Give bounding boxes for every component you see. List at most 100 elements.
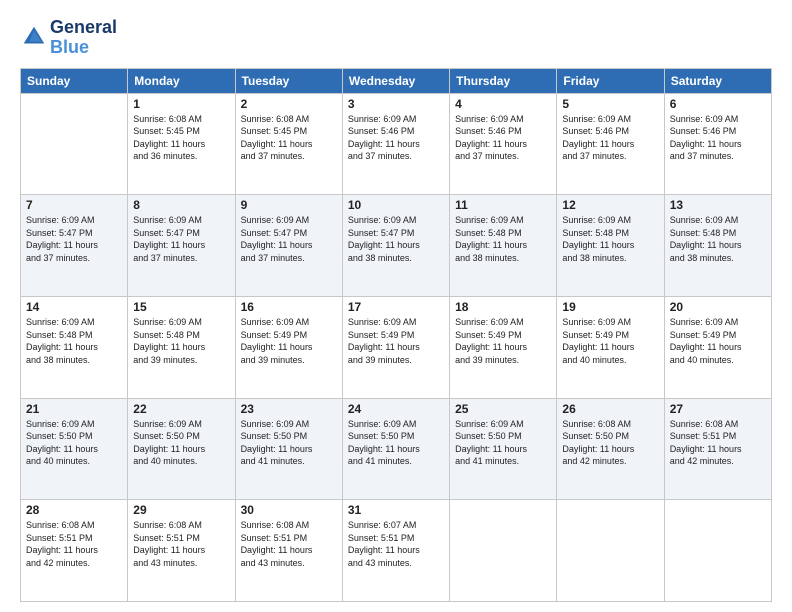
day-number: 12 — [562, 198, 658, 212]
cell-info: Sunrise: 6:09 AMSunset: 5:46 PMDaylight:… — [348, 113, 444, 163]
day-number: 20 — [670, 300, 766, 314]
cell-info: Sunrise: 6:09 AMSunset: 5:48 PMDaylight:… — [670, 214, 766, 264]
cell-info: Sunrise: 6:08 AMSunset: 5:51 PMDaylight:… — [133, 519, 229, 569]
day-number: 5 — [562, 97, 658, 111]
day-number: 22 — [133, 402, 229, 416]
cell-info: Sunrise: 6:09 AMSunset: 5:50 PMDaylight:… — [26, 418, 122, 468]
cell-info: Sunrise: 6:07 AMSunset: 5:51 PMDaylight:… — [348, 519, 444, 569]
day-number: 8 — [133, 198, 229, 212]
calendar-cell — [450, 500, 557, 602]
calendar-cell — [557, 500, 664, 602]
day-number: 26 — [562, 402, 658, 416]
cell-info: Sunrise: 6:09 AMSunset: 5:48 PMDaylight:… — [26, 316, 122, 366]
calendar-cell: 23Sunrise: 6:09 AMSunset: 5:50 PMDayligh… — [235, 398, 342, 500]
day-number: 19 — [562, 300, 658, 314]
calendar-cell: 19 Sunrise: 6:09 AMSunset: 5:49 PMDayligh… — [557, 296, 664, 398]
cell-info: Sunrise: 6:09 AMSunset: 5:49 PMDaylight:… — [562, 316, 658, 366]
day-number: 29 — [133, 503, 229, 517]
cell-info: Sunrise: 6:08 AMSunset: 5:45 PMDaylight:… — [241, 113, 337, 163]
day-number: 2 — [241, 97, 337, 111]
weekday-header-saturday: Saturday — [664, 68, 771, 93]
day-number: 18 — [455, 300, 551, 314]
day-number: 1 — [133, 97, 229, 111]
calendar-cell: 9Sunrise: 6:09 AMSunset: 5:47 PMDaylight… — [235, 195, 342, 297]
week-row-4: 28 Sunrise: 6:08 AMSunset: 5:51 PMDayligh… — [21, 500, 772, 602]
calendar-cell — [664, 500, 771, 602]
calendar-cell: 3 Sunrise: 6:09 AMSunset: 5:46 PMDaylight… — [342, 93, 449, 195]
cell-info: Sunrise: 6:08 AMSunset: 5:51 PMDaylight:… — [26, 519, 122, 569]
calendar-cell: 8 Sunrise: 6:09 AMSunset: 5:47 PMDaylight… — [128, 195, 235, 297]
calendar-cell: 12 Sunrise: 6:09 AMSunset: 5:48 PMDayligh… — [557, 195, 664, 297]
cell-info: Sunrise: 6:08 AMSunset: 5:50 PMDaylight:… — [562, 418, 658, 468]
page: General Blue SundayMondayTuesdayWednesda… — [0, 0, 792, 612]
cell-info: Sunrise: 6:08 AMSunset: 5:51 PMDaylight:… — [241, 519, 337, 569]
day-number: 14 — [26, 300, 122, 314]
cell-info: Sunrise: 6:09 AMSunset: 5:47 PMDaylight:… — [348, 214, 444, 264]
day-number: 11 — [455, 198, 551, 212]
cell-info: Sunrise: 6:08 AMSunset: 5:51 PMDaylight:… — [670, 418, 766, 468]
cell-info: Sunrise: 6:09 AMSunset: 5:47 PMDaylight:… — [133, 214, 229, 264]
weekday-header-row: SundayMondayTuesdayWednesdayThursdayFrid… — [21, 68, 772, 93]
calendar-cell: 28 Sunrise: 6:08 AMSunset: 5:51 PMDayligh… — [21, 500, 128, 602]
weekday-header-thursday: Thursday — [450, 68, 557, 93]
calendar-cell: 30 Sunrise: 6:08 AMSunset: 5:51 PMDayligh… — [235, 500, 342, 602]
calendar-cell: 1 Sunrise: 6:08 AMSunset: 5:45 PMDaylight… — [128, 93, 235, 195]
cell-info: Sunrise: 6:09 AMSunset: 5:47 PMDaylight:… — [26, 214, 122, 264]
day-number: 31 — [348, 503, 444, 517]
day-number: 27 — [670, 402, 766, 416]
day-number: 15 — [133, 300, 229, 314]
day-number: 25 — [455, 402, 551, 416]
cell-info: Sunrise: 6:09 AMSunset: 5:46 PMDaylight:… — [562, 113, 658, 163]
weekday-header-friday: Friday — [557, 68, 664, 93]
calendar-cell: 10 Sunrise: 6:09 AMSunset: 5:47 PMDayligh… — [342, 195, 449, 297]
cell-info: Sunrise: 6:09 AMSunset: 5:50 PMDaylight:… — [348, 418, 444, 468]
calendar-cell: 24 Sunrise: 6:09 AMSunset: 5:50 PMDayligh… — [342, 398, 449, 500]
calendar-cell: 11 Sunrise: 6:09 AMSunset: 5:48 PMDayligh… — [450, 195, 557, 297]
header: General Blue — [20, 18, 772, 58]
logo-icon — [20, 23, 48, 51]
calendar-cell: 15Sunrise: 6:09 AMSunset: 5:48 PMDayligh… — [128, 296, 235, 398]
cell-info: Sunrise: 6:09 AMSunset: 5:50 PMDaylight:… — [241, 418, 337, 468]
calendar-cell: 6 Sunrise: 6:09 AMSunset: 5:46 PMDaylight… — [664, 93, 771, 195]
cell-info: Sunrise: 6:09 AMSunset: 5:48 PMDaylight:… — [455, 214, 551, 264]
calendar-cell: 20Sunrise: 6:09 AMSunset: 5:49 PMDayligh… — [664, 296, 771, 398]
day-number: 9 — [241, 198, 337, 212]
calendar-cell: 26 Sunrise: 6:08 AMSunset: 5:50 PMDayligh… — [557, 398, 664, 500]
calendar-cell: 29 Sunrise: 6:08 AMSunset: 5:51 PMDayligh… — [128, 500, 235, 602]
calendar-cell: 21 Sunrise: 6:09 AMSunset: 5:50 PMDayligh… — [21, 398, 128, 500]
day-number: 21 — [26, 402, 122, 416]
cell-info: Sunrise: 6:09 AMSunset: 5:50 PMDaylight:… — [133, 418, 229, 468]
week-row-0: 1 Sunrise: 6:08 AMSunset: 5:45 PMDaylight… — [21, 93, 772, 195]
calendar-cell: 25 Sunrise: 6:09 AMSunset: 5:50 PMDayligh… — [450, 398, 557, 500]
calendar-cell: 14 Sunrise: 6:09 AMSunset: 5:48 PMDayligh… — [21, 296, 128, 398]
weekday-header-monday: Monday — [128, 68, 235, 93]
day-number: 4 — [455, 97, 551, 111]
calendar-cell: 22 Sunrise: 6:09 AMSunset: 5:50 PMDayligh… — [128, 398, 235, 500]
cell-info: Sunrise: 6:08 AMSunset: 5:45 PMDaylight:… — [133, 113, 229, 163]
cell-info: Sunrise: 6:09 AMSunset: 5:49 PMDaylight:… — [241, 316, 337, 366]
week-row-3: 21 Sunrise: 6:09 AMSunset: 5:50 PMDayligh… — [21, 398, 772, 500]
day-number: 17 — [348, 300, 444, 314]
day-number: 24 — [348, 402, 444, 416]
calendar-cell: 17 Sunrise: 6:09 AMSunset: 5:49 PMDayligh… — [342, 296, 449, 398]
cell-info: Sunrise: 6:09 AMSunset: 5:50 PMDaylight:… — [455, 418, 551, 468]
day-number: 13 — [670, 198, 766, 212]
cell-info: Sunrise: 6:09 AMSunset: 5:46 PMDaylight:… — [670, 113, 766, 163]
day-number: 28 — [26, 503, 122, 517]
calendar-cell: 13 Sunrise: 6:09 AMSunset: 5:48 PMDayligh… — [664, 195, 771, 297]
week-row-1: 7Sunrise: 6:09 AMSunset: 5:47 PMDaylight… — [21, 195, 772, 297]
weekday-header-wednesday: Wednesday — [342, 68, 449, 93]
calendar-cell: 5 Sunrise: 6:09 AMSunset: 5:46 PMDaylight… — [557, 93, 664, 195]
day-number: 3 — [348, 97, 444, 111]
calendar-cell: 27 Sunrise: 6:08 AMSunset: 5:51 PMDayligh… — [664, 398, 771, 500]
cell-info: Sunrise: 6:09 AMSunset: 5:48 PMDaylight:… — [562, 214, 658, 264]
day-number: 16 — [241, 300, 337, 314]
day-number: 30 — [241, 503, 337, 517]
cell-info: Sunrise: 6:09 AMSunset: 5:49 PMDaylight:… — [348, 316, 444, 366]
day-number: 10 — [348, 198, 444, 212]
calendar-table: SundayMondayTuesdayWednesdayThursdayFrid… — [20, 68, 772, 602]
logo: General Blue — [20, 18, 117, 58]
week-row-2: 14 Sunrise: 6:09 AMSunset: 5:48 PMDayligh… — [21, 296, 772, 398]
day-number: 6 — [670, 97, 766, 111]
calendar-cell: 7Sunrise: 6:09 AMSunset: 5:47 PMDaylight… — [21, 195, 128, 297]
